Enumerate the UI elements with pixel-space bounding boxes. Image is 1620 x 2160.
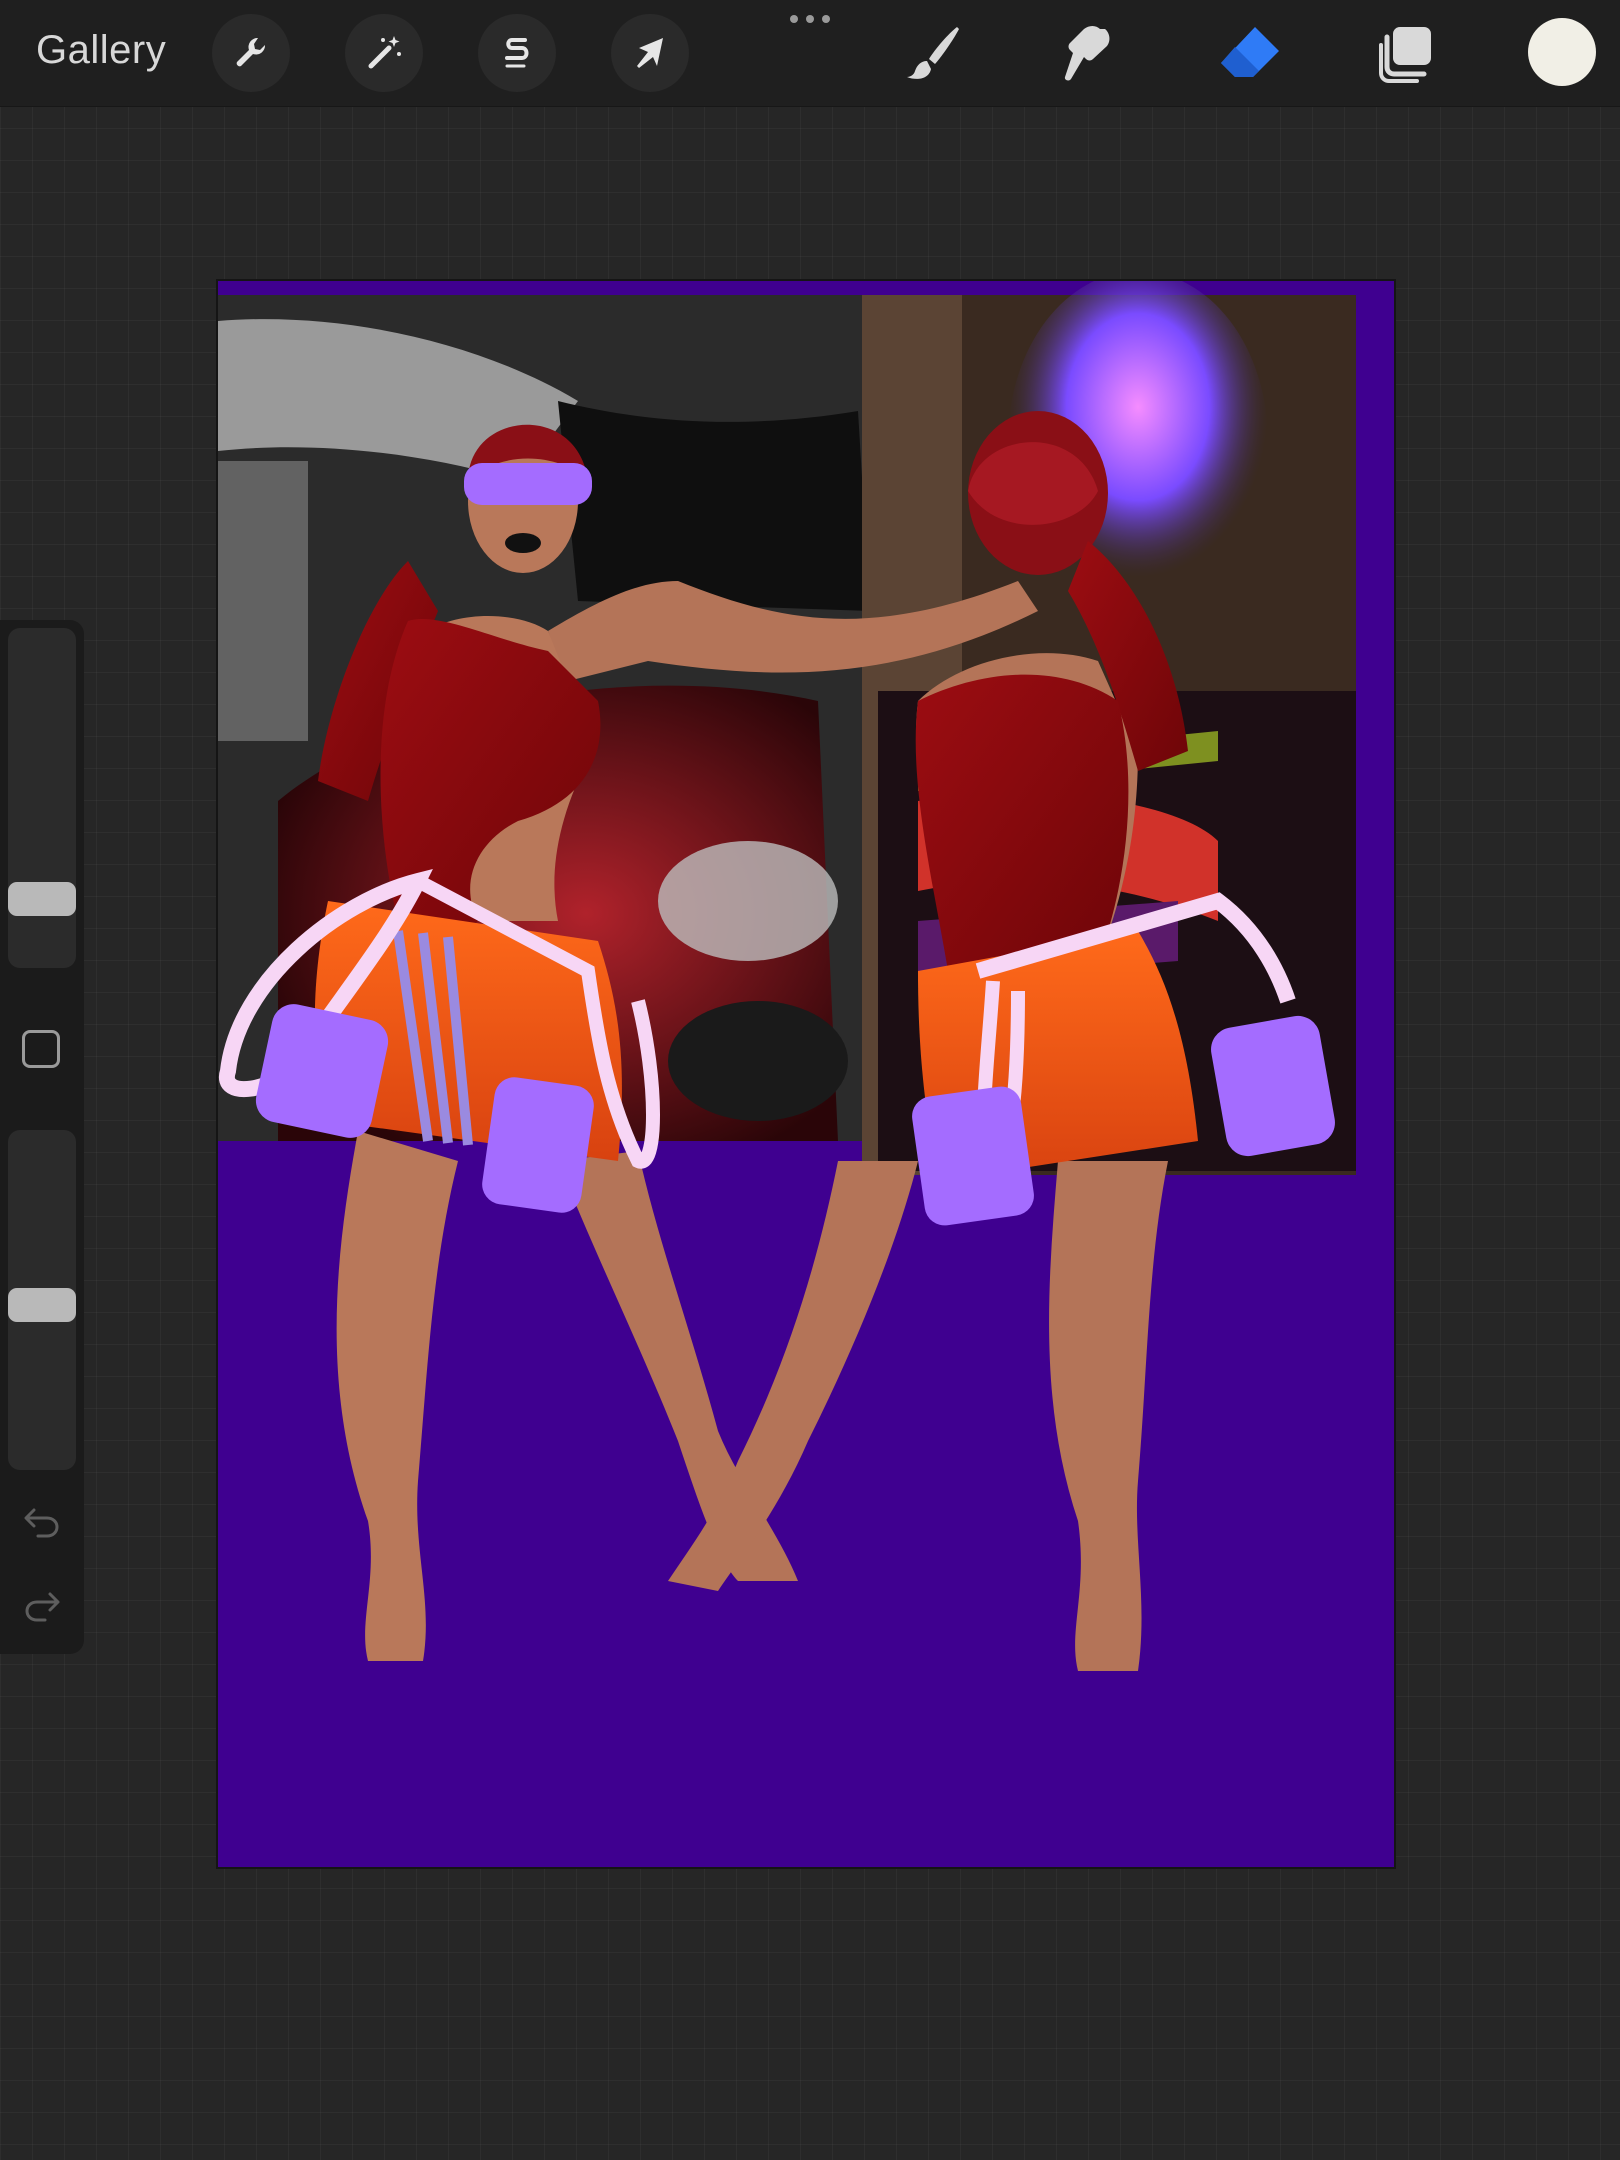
adjustments-button[interactable] [345,14,423,92]
wrench-icon [236,37,266,67]
selection-s-icon [505,38,529,68]
brush-icon [907,27,959,79]
sidebar [0,620,84,1654]
brush-size-thumb[interactable] [8,882,76,916]
redo-icon[interactable] [18,1580,66,1628]
top-toolbar: Gallery [0,0,1620,107]
arrow-cursor-icon [637,38,663,68]
layers-button[interactable] [1364,14,1448,94]
square-icon[interactable] [22,1030,60,1068]
color-picker-button[interactable] [1528,18,1596,86]
smudge-tool-button[interactable] [1046,14,1130,94]
selection-button[interactable] [478,14,556,92]
artwork-image [218,281,1356,1671]
gallery-button[interactable]: Gallery [36,28,166,73]
brush-opacity-slider[interactable] [8,1130,76,1470]
smudge-icon [1064,26,1110,81]
undo-icon[interactable] [18,1496,66,1544]
actions-button[interactable] [212,14,290,92]
layers-icon [1379,27,1431,83]
brush-opacity-thumb[interactable] [8,1288,76,1322]
eraser-icon [1221,27,1279,77]
eraser-tool-button[interactable] [1208,14,1292,94]
transform-button[interactable] [611,14,689,92]
brush-size-slider[interactable] [8,628,76,968]
artwork-canvas[interactable] [218,281,1394,1867]
magic-wand-icon [368,36,401,69]
ellipsis-icon[interactable] [786,10,834,28]
brush-tool-button[interactable] [892,14,976,94]
